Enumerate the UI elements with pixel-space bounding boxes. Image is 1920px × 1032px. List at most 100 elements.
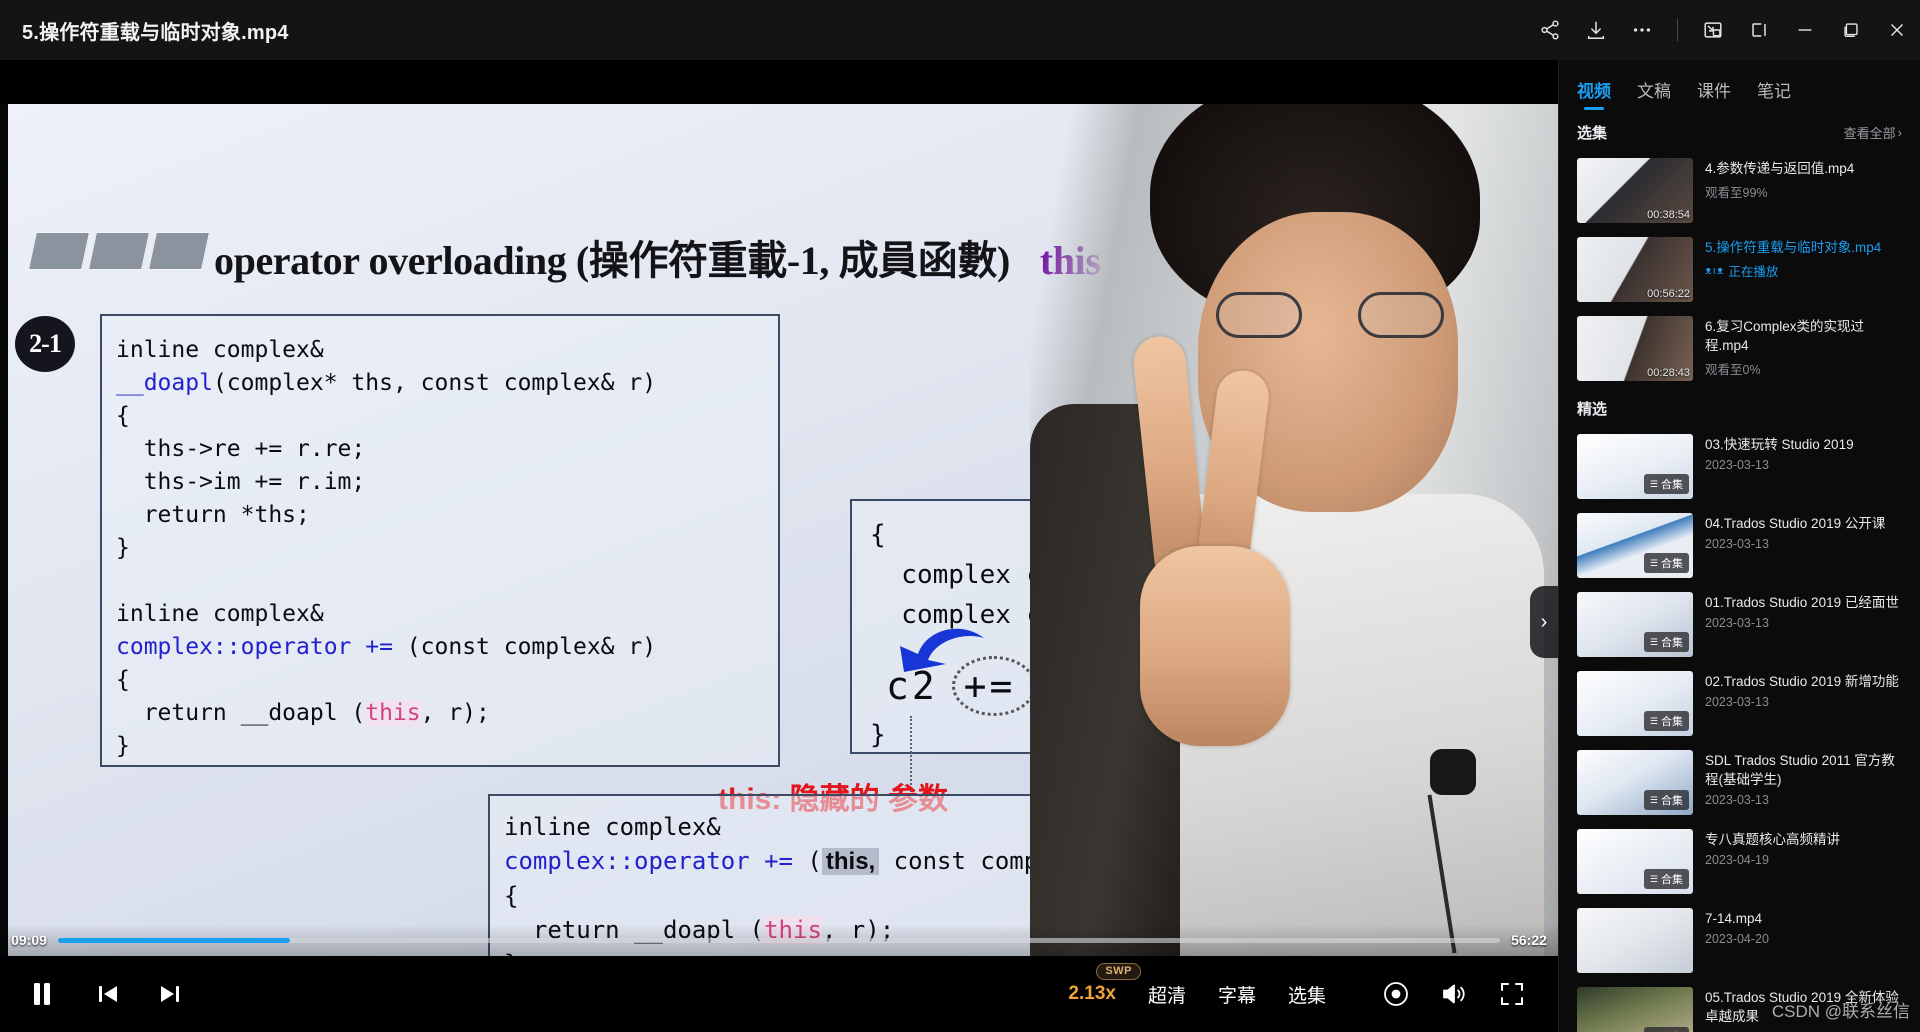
code-line: ths->re += r.re;: [116, 436, 366, 462]
stack-icon: ☰: [1649, 636, 1658, 647]
video-title: 5.操作符重载与临时对象.mp4: [1705, 240, 1882, 255]
collection-badge: ☰合集: [1643, 474, 1689, 494]
code-line: }: [116, 733, 130, 759]
collection-badge: ☰合集: [1643, 553, 1689, 573]
video-list-item[interactable]: ☰ 合集 SDL Trados Studio 2011 官方教程(基础学生) 2023…: [1559, 743, 1920, 822]
video-thumbnail[interactable]: 00:28:43: [1577, 316, 1693, 381]
video-thumbnail[interactable]: ☰合集: [1577, 434, 1693, 499]
video-thumbnail[interactable]: ☰合集: [1577, 671, 1693, 736]
quality-button[interactable]: 超清: [1148, 981, 1186, 1008]
video-title: SDL Trados Studio 2011 官方教程(基础学生): [1705, 753, 1895, 787]
section-title: 精选: [1577, 401, 1608, 418]
volume-icon[interactable]: [1434, 974, 1474, 1014]
video-subtitle-text: 2023-03-13: [1705, 793, 1769, 807]
video-thumbnail[interactable]: ☰合集: [1577, 513, 1693, 578]
video-thumbnail[interactable]: ☰合集: [1577, 829, 1693, 894]
settings-icon[interactable]: [1376, 974, 1416, 1014]
collection-badge: ☰合集: [1643, 632, 1689, 652]
video-player[interactable]: operator overloading (操作符重載-1, 成員函數)this…: [0, 60, 1558, 1032]
next-video-button[interactable]: [146, 970, 194, 1018]
collection-badge: ☰合集: [1643, 790, 1689, 810]
video-subtitle-text: 正在播放: [1728, 265, 1779, 279]
video-list-item[interactable]: 00:38:54 4.参数传递与返回值.mp4 观看至99%: [1559, 151, 1920, 230]
video-meta: 03.快速玩转 Studio 2019 2023-03-13: [1705, 434, 1902, 499]
video-thumbnail[interactable]: 00:56:22: [1577, 237, 1693, 302]
video-subtitle: 观看至99%: [1705, 182, 1902, 201]
video-subtitle-text: 观看至0%: [1705, 363, 1761, 377]
video-list-item[interactable]: ☰ 合集 03.快速玩转 Studio 2019 2023-03-13: [1559, 427, 1920, 506]
video-thumbnail[interactable]: ☰合集: [1577, 987, 1693, 1032]
video-list-item[interactable]: 00:28:43 6.复习Complex类的实现过程.mp4 观看至0%: [1559, 309, 1920, 388]
collection-badge-label: 合集: [1661, 479, 1683, 491]
video-subtitle: 2023-03-13: [1705, 616, 1902, 630]
code-block-operator-impl: inline complex& __doapl(complex* ths, co…: [100, 314, 780, 767]
video-thumbnail[interactable]: ☰合集: [1577, 592, 1693, 657]
video-meta: 6.复习Complex类的实现过程.mp4 观看至0%: [1705, 316, 1902, 381]
previous-video-button[interactable]: [84, 970, 132, 1018]
playback-speed-button[interactable]: 2.13x: [1068, 983, 1116, 1005]
collapse-sidebar-chevron-icon[interactable]: ›: [1530, 586, 1558, 658]
video-list-item[interactable]: 00:56:22 5.操作符重载与临时对象.mp4 ᴥıᴥ 正在播放: [1559, 230, 1920, 309]
close-icon[interactable]: [1874, 0, 1920, 60]
video-list-item[interactable]: 7-14.mp4 2023-04-20: [1559, 901, 1920, 980]
code-line: inline complex&: [116, 337, 324, 363]
control-bar-right-group: SWP 2.13x 超清 字幕 选集: [1068, 963, 1558, 1014]
collection-badge-label: 合集: [1661, 795, 1683, 807]
video-meta: SDL Trados Studio 2011 官方教程(基础学生) 2023-03…: [1705, 750, 1902, 815]
toggle-sidebar-icon[interactable]: [1736, 0, 1782, 60]
titlebar-actions: [1527, 0, 1920, 60]
stack-icon: ☰: [1649, 873, 1658, 884]
seek-bar[interactable]: [58, 937, 1500, 943]
collection-badge: ☰合集: [1643, 869, 1689, 889]
video-list-item[interactable]: ☰ 合集 专八真题核心高频精讲 2023-04-19: [1559, 822, 1920, 901]
video-thumbnail[interactable]: 00:38:54: [1577, 158, 1693, 223]
video-title: 6.复习Complex类的实现过程.mp4: [1705, 319, 1865, 353]
seek-bar-fill: [58, 937, 291, 943]
picture-in-picture-icon[interactable]: [1690, 0, 1736, 60]
slide-decor-square: [27, 232, 91, 270]
fullscreen-icon[interactable]: [1492, 974, 1532, 1014]
video-meta: 01.Trados Studio 2019 已经面世 2023-03-13: [1705, 592, 1902, 657]
video-thumbnail[interactable]: ☰合集: [1577, 750, 1693, 815]
playback-speed-control[interactable]: SWP 2.13x: [1068, 963, 1141, 1005]
video-meta: 04.Trados Studio 2019 公开课 2023-03-13: [1705, 513, 1902, 578]
stack-icon: ☰: [1649, 557, 1658, 568]
code-line: inline complex&: [116, 601, 324, 627]
code-line: ths->im += r.im;: [116, 469, 366, 495]
toolbar-divider: [1677, 19, 1678, 41]
player-control-bar: SWP 2.13x 超清 字幕 选集: [0, 956, 1558, 1032]
playlist-button[interactable]: 选集: [1288, 981, 1326, 1008]
sidebar-tab-0[interactable]: 视频: [1577, 77, 1611, 112]
collection-badge-label: 合集: [1661, 637, 1683, 649]
sidebar-tab-3[interactable]: 笔记: [1757, 77, 1791, 112]
minimize-icon[interactable]: [1782, 0, 1828, 60]
pause-button[interactable]: [14, 966, 70, 1022]
more-icon[interactable]: [1619, 0, 1665, 60]
thumbnail-duration: 00:38:54: [1647, 209, 1690, 221]
sidebar-tab-1[interactable]: 文稿: [1637, 77, 1671, 112]
video-thumbnail[interactable]: [1577, 908, 1693, 973]
view-all-label: 查看全部: [1843, 126, 1896, 141]
sidebar-tab-2[interactable]: 课件: [1697, 77, 1731, 112]
collection-badge-label: 合集: [1661, 874, 1683, 886]
collection-badge-label: 合集: [1661, 716, 1683, 728]
video-list-item[interactable]: ☰合集 05.Trados Studio 2019 全新体验 卓越成果2023-0…: [1559, 980, 1920, 1032]
maximize-icon[interactable]: [1828, 0, 1874, 60]
progress-bar-container[interactable]: 09:09 56:22: [0, 924, 1558, 956]
video-meta: 05.Trados Studio 2019 全新体验 卓越成果2023-03-1…: [1705, 987, 1902, 1032]
download-icon[interactable]: [1573, 0, 1619, 60]
video-list-item[interactable]: ☰ 合集 04.Trados Studio 2019 公开课 2023-03-13: [1559, 506, 1920, 585]
view-all-button[interactable]: 查看全部 ›: [1844, 123, 1902, 142]
video-title: 02.Trados Studio 2019 新增功能: [1705, 674, 1899, 689]
video-subtitle: 2023-03-13: [1705, 793, 1902, 807]
video-list-item[interactable]: ☰ 合集 02.Trados Studio 2019 新增功能 2023-03-13: [1559, 664, 1920, 743]
code-line: }: [870, 720, 886, 750]
video-subtitle: 2023-03-13: [1705, 458, 1902, 472]
slide-decor-square: [147, 232, 211, 270]
video-stage[interactable]: operator overloading (操作符重載-1, 成員函數)this…: [0, 104, 1558, 994]
title-bar: 5.操作符重载与临时对象.mp4: [0, 0, 1920, 60]
subtitles-button[interactable]: 字幕: [1218, 981, 1256, 1008]
video-list-item[interactable]: ☰ 合集 01.Trados Studio 2019 已经面世 2023-03-13: [1559, 585, 1920, 664]
share-icon[interactable]: [1527, 0, 1573, 60]
